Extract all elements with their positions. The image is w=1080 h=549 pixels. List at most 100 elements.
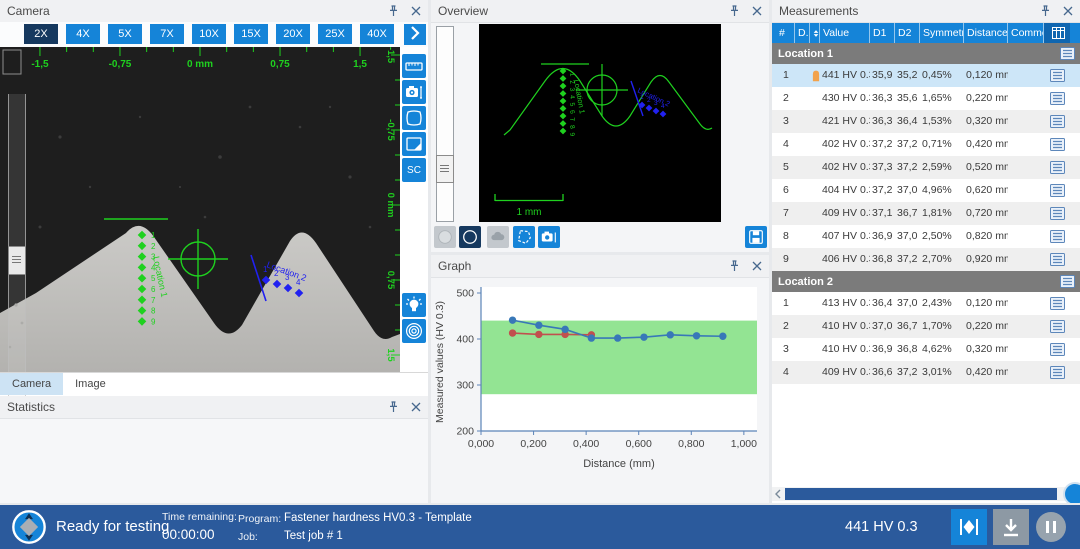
- scrollbar-thumb[interactable]: [785, 488, 1057, 500]
- row-number: 2: [776, 315, 795, 338]
- close-icon[interactable]: [1063, 6, 1073, 16]
- row-notes-icon[interactable]: [1044, 292, 1070, 315]
- pin-icon[interactable]: [388, 401, 399, 413]
- magnification-button-10X[interactable]: 10X: [192, 24, 226, 44]
- sc-button[interactable]: SC: [402, 158, 426, 182]
- magnification-button-2X[interactable]: 2X: [24, 24, 58, 44]
- pin-icon[interactable]: [729, 260, 740, 272]
- measurement-row[interactable]: 4409 HV 0.336,6 µm37,2 µm3,01%0,420 mm: [772, 361, 1080, 384]
- cloud-shape-button[interactable]: [487, 226, 509, 248]
- camera-slider-handle[interactable]: [8, 246, 26, 275]
- magnification-button-15X[interactable]: 15X: [234, 24, 268, 44]
- overview-slider-handle[interactable]: [436, 155, 454, 183]
- row-d1: 35,9 µm: [870, 64, 895, 87]
- overview-titlebar: Overview: [431, 0, 769, 23]
- group-notes-icon[interactable]: [1060, 275, 1075, 288]
- autofocus-button[interactable]: [402, 319, 426, 343]
- corner-badge[interactable]: [1063, 482, 1080, 503]
- group-notes-icon[interactable]: [1060, 47, 1075, 60]
- row-notes-icon[interactable]: [1044, 248, 1070, 271]
- measurement-row[interactable]: 3410 HV 0.336,9 µm36,8 µm4,62%0,320 mm: [772, 338, 1080, 361]
- row-value: 410 HV 0.3: [820, 338, 870, 361]
- circle-view-button[interactable]: [434, 226, 456, 248]
- magnification-button-5X[interactable]: 5X: [108, 24, 142, 44]
- row-notes-icon[interactable]: [1044, 361, 1070, 384]
- circle-view-selected-button[interactable]: [459, 226, 481, 248]
- camera-vertical-slider[interactable]: [8, 94, 26, 418]
- row-notes-icon[interactable]: [1044, 156, 1070, 179]
- row-d2: 37,2 µm: [895, 156, 920, 179]
- measurement-row[interactable]: 1441 HV 0.335,9 µm35,2 µm0,45%0,120 mm: [772, 64, 1080, 87]
- tab-image[interactable]: Image: [63, 373, 118, 395]
- pause-button[interactable]: [1033, 509, 1069, 545]
- measurement-row[interactable]: 8407 HV 0.336,9 µm37,0 µm2,50%0,820 mm: [772, 225, 1080, 248]
- row-notes-icon[interactable]: [1044, 315, 1070, 338]
- indent-flag-icon: [810, 361, 820, 384]
- col-sort[interactable]: [810, 23, 820, 43]
- tab-camera[interactable]: Camera: [0, 373, 63, 395]
- close-icon[interactable]: [411, 402, 421, 412]
- magnification-button-7X[interactable]: 7X: [150, 24, 184, 44]
- download-button[interactable]: [993, 509, 1029, 545]
- row-notes-icon[interactable]: [1044, 179, 1070, 202]
- row-notes-icon[interactable]: [1044, 225, 1070, 248]
- group-name: Location 2: [778, 276, 833, 288]
- pin-icon[interactable]: [729, 5, 740, 17]
- measurement-row[interactable]: 4402 HV 0.337,2 µm37,2 µm0,71%0,420 mm: [772, 133, 1080, 156]
- magnification-button-20X[interactable]: 20X: [276, 24, 310, 44]
- indenter-button[interactable]: [951, 509, 987, 545]
- measurement-row[interactable]: 3421 HV 0.336,3 µm36,4 µm1,53%0,320 mm: [772, 110, 1080, 133]
- col-number[interactable]: #: [776, 23, 795, 43]
- horizontal-scrollbar[interactable]: [772, 487, 1072, 501]
- row-notes-icon[interactable]: [1044, 338, 1070, 361]
- region-tool-button[interactable]: [402, 132, 426, 156]
- col-symmetry[interactable]: Symmetry: [920, 23, 964, 43]
- measurement-row[interactable]: 9406 HV 0.336,8 µm37,2 µm2,70%0,920 mm: [772, 248, 1080, 271]
- magnification-button-25X[interactable]: 25X: [318, 24, 352, 44]
- row-value: 402 HV 0.3: [820, 133, 870, 156]
- col-d[interactable]: D...: [795, 23, 810, 43]
- measurement-row[interactable]: 2430 HV 0.336,3 µm35,6 µm1,65%0,220 mm: [772, 87, 1080, 110]
- measurement-row[interactable]: 1413 HV 0.336,4 µm37,0 µm2,43%0,120 mm: [772, 292, 1080, 315]
- snapshot-button[interactable]: [538, 226, 560, 248]
- light-button[interactable]: [402, 293, 426, 317]
- hardness-chart: 2003004005000,0000,2000,4000,6000,8001,0…: [431, 279, 769, 479]
- row-notes-icon[interactable]: [1044, 64, 1070, 87]
- save-overview-button[interactable]: [745, 226, 767, 248]
- row-notes-icon[interactable]: [1044, 87, 1070, 110]
- magnification-button-4X[interactable]: 4X: [66, 24, 100, 44]
- measurement-row[interactable]: 5402 HV 0.337,3 µm37,2 µm2,59%0,520 mm: [772, 156, 1080, 179]
- polygon-tool-button[interactable]: [513, 226, 535, 248]
- magnification-more-button[interactable]: [404, 24, 426, 45]
- overview-zoom-slider[interactable]: [436, 26, 454, 222]
- row-d1: 37,2 µm: [870, 133, 895, 156]
- magnification-button-40X[interactable]: 40X: [360, 24, 394, 44]
- group-row[interactable]: Location 1: [772, 43, 1080, 64]
- pin-icon[interactable]: [1040, 5, 1051, 17]
- capture-camera-button[interactable]: [402, 80, 426, 104]
- close-icon[interactable]: [752, 261, 762, 271]
- contour-tool-button[interactable]: [402, 106, 426, 130]
- svg-text:0 mm: 0 mm: [187, 59, 213, 70]
- row-number: 5: [776, 156, 795, 179]
- col-d1[interactable]: D1: [870, 23, 895, 43]
- measurement-row[interactable]: 7409 HV 0.337,1 µm36,7 µm1,81%0,720 mm: [772, 202, 1080, 225]
- col-d2[interactable]: D2: [895, 23, 920, 43]
- col-comment[interactable]: Comme.: [1008, 23, 1044, 43]
- row-notes-icon[interactable]: [1044, 133, 1070, 156]
- statistics-title: Statistics: [7, 400, 55, 414]
- measurement-row[interactable]: 2410 HV 0.337,0 µm36,7 µm1,70%0,220 mm: [772, 315, 1080, 338]
- pin-icon[interactable]: [388, 5, 399, 17]
- column-chooser-button[interactable]: [1044, 23, 1070, 43]
- col-value[interactable]: Value: [820, 23, 870, 43]
- scale-bar: [495, 194, 563, 201]
- close-icon[interactable]: [411, 6, 421, 16]
- close-icon[interactable]: [752, 6, 762, 16]
- row-notes-icon[interactable]: [1044, 202, 1070, 225]
- measurement-row[interactable]: 6404 HV 0.337,2 µm37,0 µm4,96%0,620 mm: [772, 179, 1080, 202]
- scroll-left-arrow[interactable]: [773, 487, 783, 501]
- measure-ruler-button[interactable]: [402, 54, 426, 78]
- col-distance[interactable]: Distance: [964, 23, 1008, 43]
- row-notes-icon[interactable]: [1044, 110, 1070, 133]
- group-row[interactable]: Location 2: [772, 271, 1080, 292]
